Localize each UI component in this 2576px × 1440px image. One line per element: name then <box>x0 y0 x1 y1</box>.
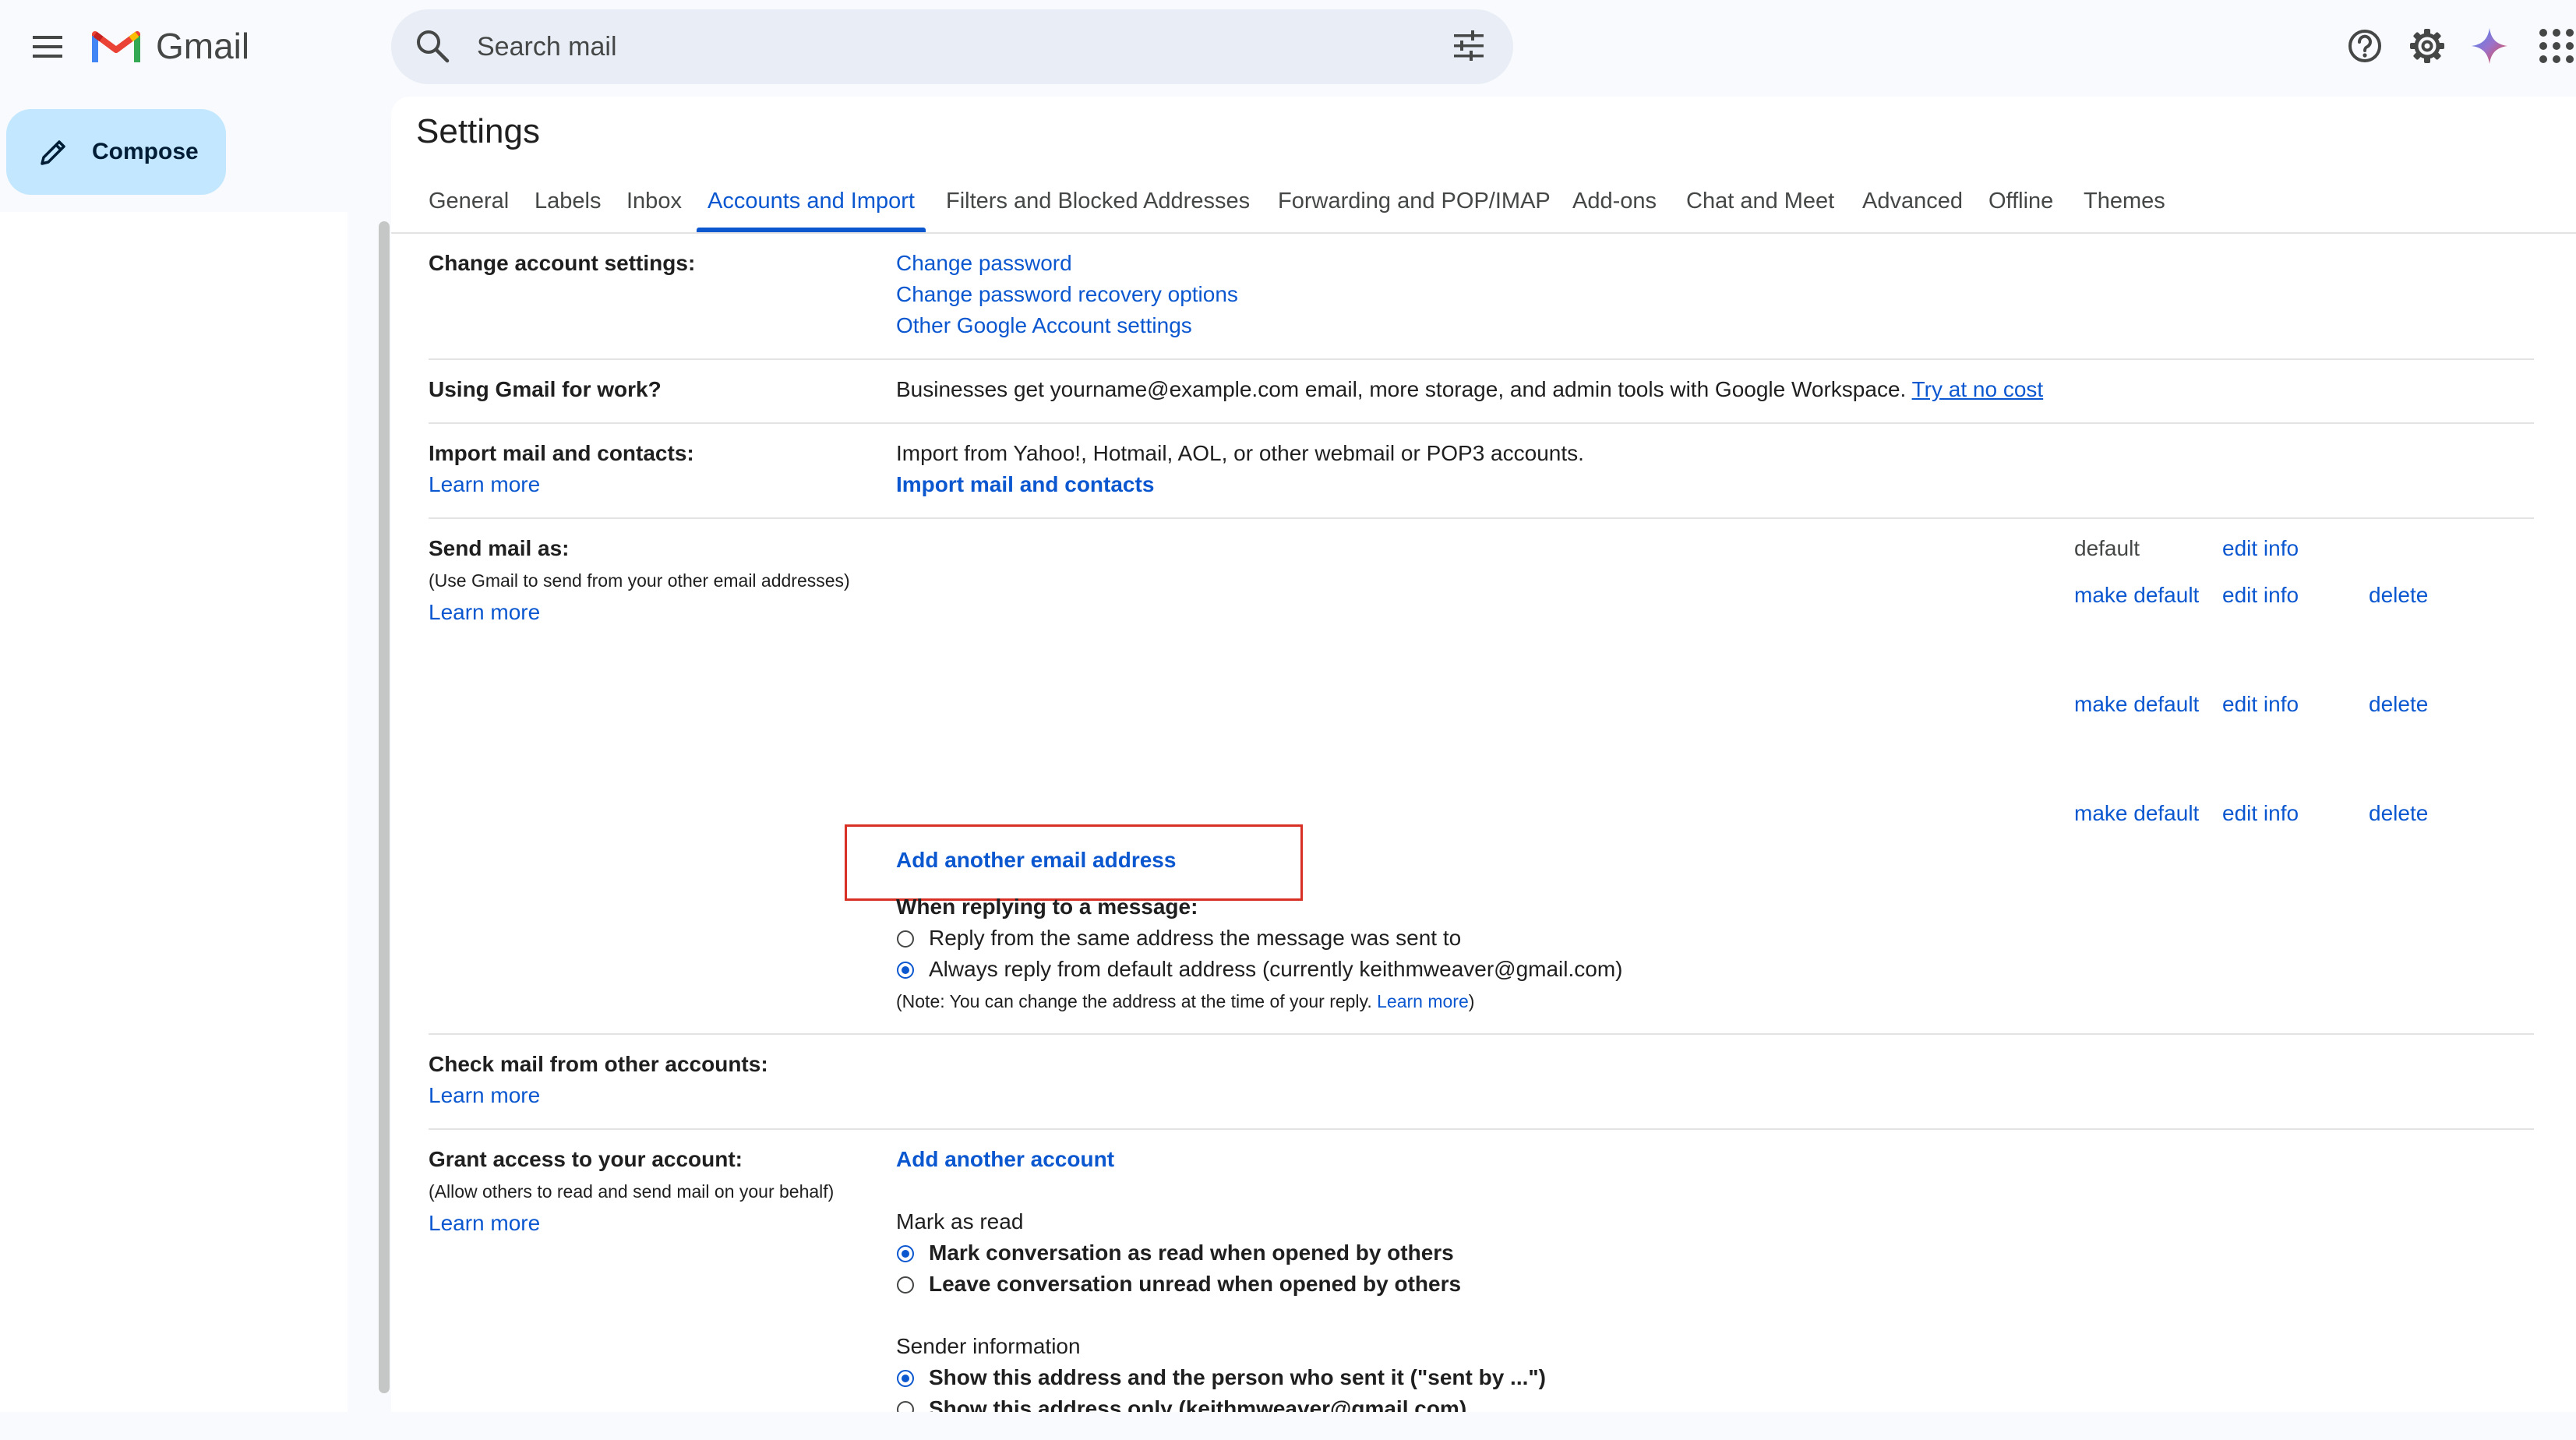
row-divider <box>429 1128 2534 1130</box>
change-recovery-link[interactable]: Change password recovery options <box>896 282 1238 307</box>
reply-default-address-radio[interactable] <box>897 962 914 979</box>
mark-read-radio[interactable] <box>897 1245 914 1262</box>
mark-as-read-heading: Mark as read <box>896 1209 1024 1234</box>
edit-info-link[interactable]: edit info <box>2222 692 2299 717</box>
work-text: Businesses get yourname@example.com emai… <box>896 377 2043 402</box>
row-divider <box>429 517 2534 519</box>
reply-note: (Note: You can change the address at the… <box>896 991 1474 1012</box>
add-another-account-link[interactable]: Add another account <box>896 1147 1114 1172</box>
reply-note-close: ) <box>1468 991 1475 1011</box>
other-google-settings-link[interactable]: Other Google Account settings <box>896 313 1192 338</box>
settings-panel <box>391 97 2576 1420</box>
show-sent-by-radio[interactable] <box>897 1370 914 1387</box>
try-at-no-cost-link[interactable]: Try at no cost <box>1912 377 2044 401</box>
gemini-icon[interactable] <box>2470 26 2509 65</box>
gmail-brand-text: Gmail <box>156 26 250 66</box>
import-mail-contacts-link[interactable]: Import mail and contacts <box>896 472 1154 497</box>
compose-button[interactable]: Compose <box>6 109 226 195</box>
help-icon[interactable] <box>2345 26 2384 65</box>
menu-icon[interactable] <box>31 31 65 62</box>
scrollbar[interactable] <box>379 221 390 1393</box>
grant-access-sub: (Allow others to read and send mail on y… <box>429 1181 835 1202</box>
edit-info-link[interactable]: edit info <box>2222 583 2299 608</box>
show-sent-by-label: Show this address and the person who sen… <box>929 1365 1546 1389</box>
leave-unread-label: Leave conversation unread when opened by… <box>929 1272 1462 1296</box>
tab-general[interactable]: General <box>429 189 509 214</box>
add-another-email-link[interactable]: Add another email address <box>896 848 1176 873</box>
make-default-link[interactable]: make default <box>2074 801 2199 826</box>
sender-info-heading: Sender information <box>896 1334 1081 1358</box>
check-mail-learn-more-link[interactable]: Learn more <box>429 1083 540 1108</box>
reply-same-address-radio[interactable] <box>897 930 914 948</box>
row-divider <box>429 422 2534 424</box>
reply-heading: When replying to a message: <box>896 895 1198 919</box>
change-password-link[interactable]: Change password <box>896 251 1072 276</box>
tab-labels[interactable]: Labels <box>535 189 601 214</box>
reply-default-address-label: Always reply from default address (curre… <box>929 957 1623 981</box>
tab-accounts-and-import[interactable]: Accounts and Import <box>708 189 915 214</box>
import-text: Import from Yahoo!, Hotmail, AOL, or oth… <box>896 441 1584 465</box>
edit-info-link[interactable]: edit info <box>2222 536 2299 561</box>
tab-advanced[interactable]: Advanced <box>1862 189 1963 214</box>
leave-unread-radio[interactable] <box>897 1276 914 1294</box>
tab-forwarding[interactable]: Forwarding and POP/IMAP <box>1278 189 1551 214</box>
tab-offline[interactable]: Offline <box>1988 189 2053 214</box>
tab-chat-and-meet[interactable]: Chat and Meet <box>1686 189 1834 214</box>
work-label: Using Gmail for work? <box>429 377 662 401</box>
make-default-link[interactable]: make default <box>2074 692 2199 717</box>
import-learn-more-link[interactable]: Learn more <box>429 472 540 497</box>
pencil-icon <box>37 137 69 168</box>
bottom-strip <box>0 1412 2576 1440</box>
reply-note-learn-more-link[interactable]: Learn more <box>1377 991 1469 1011</box>
row-divider <box>429 358 2534 360</box>
row-divider <box>429 1033 2534 1035</box>
search-options-icon[interactable] <box>1451 28 1487 64</box>
top-bar: Gmail <box>0 0 2576 94</box>
page-title: Settings <box>416 112 540 150</box>
tab-themes[interactable]: Themes <box>2084 189 2165 214</box>
tab-inbox[interactable]: Inbox <box>626 189 682 214</box>
compose-label: Compose <box>92 139 199 164</box>
grant-access-label: Grant access to your account: <box>429 1147 743 1171</box>
change-account-label: Change account settings: <box>429 251 696 275</box>
default-text: default <box>2074 536 2140 560</box>
mark-read-label: Mark conversation as read when opened by… <box>929 1241 1454 1265</box>
delete-link[interactable]: delete <box>2369 801 2428 826</box>
tab-filters[interactable]: Filters and Blocked Addresses <box>946 189 1250 214</box>
delete-link[interactable]: delete <box>2369 583 2428 608</box>
send-as-learn-more-link[interactable]: Learn more <box>429 600 540 625</box>
search-icon[interactable] <box>415 28 450 64</box>
reply-note-text: (Note: You can change the address at the… <box>896 991 1372 1011</box>
gmail-logo-icon[interactable] <box>92 26 140 65</box>
check-mail-label: Check mail from other accounts: <box>429 1052 768 1076</box>
import-label: Import mail and contacts: <box>429 441 694 465</box>
apps-grid-icon[interactable] <box>2537 26 2576 65</box>
gear-icon[interactable] <box>2408 26 2447 65</box>
work-description: Businesses get yourname@example.com emai… <box>896 377 1907 401</box>
tabs-divider <box>391 232 2576 234</box>
make-default-link[interactable]: make default <box>2074 583 2199 608</box>
search-input[interactable] <box>475 20 1413 73</box>
send-as-label: Send mail as: <box>429 536 570 560</box>
delete-link[interactable]: delete <box>2369 692 2428 717</box>
sidebar <box>0 212 348 1412</box>
reply-same-address-label: Reply from the same address the message … <box>929 926 1462 950</box>
tab-add-ons[interactable]: Add-ons <box>1572 189 1657 214</box>
send-as-sub: (Use Gmail to send from your other email… <box>429 570 850 591</box>
grant-learn-more-link[interactable]: Learn more <box>429 1211 540 1236</box>
edit-info-link[interactable]: edit info <box>2222 801 2299 826</box>
